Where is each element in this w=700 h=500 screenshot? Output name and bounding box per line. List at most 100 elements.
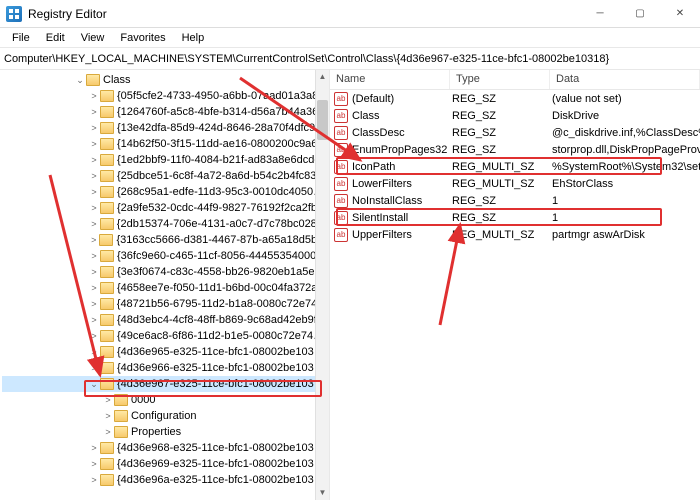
value-row[interactable]: abSilentInstallREG_SZ1 xyxy=(330,209,700,226)
folder-icon xyxy=(100,186,114,198)
tree-scrollbar[interactable]: ▲ ▼ xyxy=(315,70,329,500)
value-row[interactable]: abNoInstallClassREG_SZ1 xyxy=(330,192,700,209)
tree-item[interactable]: >0000 xyxy=(2,392,329,408)
expander-icon[interactable]: > xyxy=(88,203,100,213)
tree-item[interactable]: >{48721b56-6795-11d2-b1a8-0080c72e74a2} xyxy=(2,296,329,312)
value-row[interactable]: abLowerFiltersREG_MULTI_SZEhStorClass xyxy=(330,175,700,192)
tree-item[interactable]: ⌄ Class xyxy=(2,72,329,88)
tree-label: Class xyxy=(103,74,131,86)
expander-icon[interactable]: > xyxy=(88,187,100,197)
tree-label: {4d36e967-e325-11ce-bfc1-08002be10318} xyxy=(117,378,329,390)
value-type: REG_MULTI_SZ xyxy=(452,178,552,190)
scroll-up-icon[interactable]: ▲ xyxy=(316,70,329,84)
expander-icon[interactable]: > xyxy=(88,475,100,485)
expander-icon[interactable]: > xyxy=(88,235,99,245)
minimize-button[interactable]: ─ xyxy=(580,0,620,27)
expander-icon[interactable]: > xyxy=(88,331,100,341)
value-list[interactable]: Name Type Data ab(Default)REG_SZ(value n… xyxy=(330,70,700,500)
tree-item[interactable]: >{4d36e966-e325-11ce-bfc1-08002be10318} xyxy=(2,360,329,376)
folder-icon xyxy=(100,330,114,342)
menu-help[interactable]: Help xyxy=(174,30,213,46)
menu-edit[interactable]: Edit xyxy=(38,30,73,46)
expander-icon[interactable]: > xyxy=(88,171,100,181)
tree-item[interactable]: >{49ce6ac8-6f86-11d2-b1e5-0080c72e74a2} xyxy=(2,328,329,344)
expander-icon[interactable]: ⌄ xyxy=(88,379,100,390)
tree-item[interactable]: >{3e3f0674-c83c-4558-bb26-9820eb1a5ec5} xyxy=(2,264,329,280)
expander-icon[interactable]: > xyxy=(88,283,100,293)
tree-label: {1264760f-a5c8-4bfe-b314-d56a7b44a362} xyxy=(117,106,328,118)
tree-item[interactable]: >{4d36e968-e325-11ce-bfc1-08002be10318} xyxy=(2,440,329,456)
value-row[interactable]: ab(Default)REG_SZ(value not set) xyxy=(330,90,700,107)
address-bar[interactable]: Computer\HKEY_LOCAL_MACHINE\SYSTEM\Curre… xyxy=(0,48,700,70)
expander-icon[interactable]: > xyxy=(88,123,100,133)
tree-item[interactable]: >{3163cc5666-d381-4467-87b-a65a18d5b649} xyxy=(2,232,329,248)
tree-item[interactable]: >{4d36e96a-e325-11ce-bfc1-08002be10318} xyxy=(2,472,329,488)
tree-panel[interactable]: ⌄ Class >{05f5cfe2-4733-4950-a6bb-07aad01a… xyxy=(0,70,330,500)
close-button[interactable]: ✕ xyxy=(660,0,700,27)
expander-icon[interactable]: > xyxy=(88,267,100,277)
folder-icon xyxy=(100,442,114,454)
tree-label: {1ed2bbf9-11f0-4084-b21f-ad83a8e6dcdc} xyxy=(117,154,324,166)
expander-icon[interactable]: > xyxy=(102,411,114,421)
tree-item[interactable]: ⌄ {4d36e967-e325-11ce-bfc1-08002be10318} xyxy=(2,376,329,392)
col-type[interactable]: Type xyxy=(450,70,550,89)
expander-icon[interactable]: > xyxy=(88,347,100,357)
tree-item[interactable]: > {1ed2bbf9-11f0-4084-b21f-ad83a8e6dcdc} xyxy=(2,152,329,168)
expander-icon[interactable]: > xyxy=(88,139,100,149)
value-name: IconPath xyxy=(352,161,452,173)
expander-icon[interactable]: > xyxy=(88,251,100,261)
tree-label: {13e42dfa-85d9-424d-8646-28a70f4dfc9d} xyxy=(117,122,325,134)
value-row[interactable]: abUpperFiltersREG_MULTI_SZpartmgr aswArD… xyxy=(330,226,700,243)
tree-item[interactable]: > {4658ee7e-f050-11d1-b6bd-00c04fa372a7} xyxy=(2,280,329,296)
tree-item[interactable]: >{4d36e965-e325-11ce-bfc1-08002be10318} xyxy=(2,344,329,360)
expander-icon[interactable]: > xyxy=(88,155,100,165)
tree-item[interactable]: >{268c95a1-edfe-11d3-95c3-0010dc4050a5} xyxy=(2,184,329,200)
col-data[interactable]: Data xyxy=(550,70,700,89)
value-row[interactable]: abIconPathREG_MULTI_SZ%SystemRoot%\Syste… xyxy=(330,158,700,175)
value-row[interactable]: abEnumPropPages32REG_SZstorprop.dll,Disk… xyxy=(330,141,700,158)
string-value-icon: ab xyxy=(334,211,348,225)
tree-item[interactable]: >{2db15374-706e-4131-a0c7-d7c78bc0289a} xyxy=(2,216,329,232)
value-type: REG_SZ xyxy=(452,144,552,156)
expander-icon[interactable]: > xyxy=(102,395,114,405)
tree-item[interactable]: >{48d3ebc4-4cf8-48ff-b869-9c68ad42eb9f} xyxy=(2,312,329,328)
tree-item[interactable]: >Properties xyxy=(2,424,329,440)
tree-item[interactable]: >{25dbce51-6c8f-4a72-8a6d-b54c2b4fc835} xyxy=(2,168,329,184)
folder-icon xyxy=(100,138,114,150)
tree-item[interactable]: >{2a9fe532-0cdc-44f9-9827-76192f2ca2fb} xyxy=(2,200,329,216)
tree-item[interactable]: >{05f5cfe2-4733-4950-a6bb-07aad01a3a84} xyxy=(2,88,329,104)
expander-icon[interactable]: > xyxy=(88,315,100,325)
value-type: REG_SZ xyxy=(452,93,552,105)
expander-icon[interactable]: ⌄ xyxy=(74,75,86,86)
value-row[interactable]: abClassREG_SZDiskDrive xyxy=(330,107,700,124)
value-name: ClassDesc xyxy=(352,127,452,139)
menu-file[interactable]: File xyxy=(4,30,38,46)
folder-icon xyxy=(100,202,114,214)
scroll-down-icon[interactable]: ▼ xyxy=(316,486,329,500)
expander-icon[interactable]: > xyxy=(88,107,100,117)
expander-icon[interactable]: > xyxy=(88,299,100,309)
tree-item[interactable]: >Configuration xyxy=(2,408,329,424)
scroll-thumb[interactable] xyxy=(317,100,328,140)
tree-item[interactable]: >{4d36e969-e325-11ce-bfc1-08002be10318} xyxy=(2,456,329,472)
col-name[interactable]: Name xyxy=(330,70,450,89)
value-data: EhStorClass xyxy=(552,178,700,190)
maximize-button[interactable]: ▢ xyxy=(620,0,660,27)
expander-icon[interactable]: > xyxy=(88,443,100,453)
value-row[interactable]: abClassDescREG_SZ@c_diskdrive.inf,%Class… xyxy=(330,124,700,141)
expander-icon[interactable]: > xyxy=(88,459,100,469)
tree-item[interactable]: >{14b62f50-3f15-11dd-ae16-0800200c9a66} xyxy=(2,136,329,152)
value-name: (Default) xyxy=(352,93,452,105)
expander-icon[interactable]: > xyxy=(102,427,114,437)
expander-icon[interactable]: > xyxy=(88,363,100,373)
expander-icon[interactable]: > xyxy=(88,91,100,101)
tree-item[interactable]: > {13e42dfa-85d9-424d-8646-28a70f4dfc9d} xyxy=(2,120,329,136)
tree-item[interactable]: >{36fc9e60-c465-11cf-8056-444553540000} xyxy=(2,248,329,264)
menu-view[interactable]: View xyxy=(73,30,113,46)
menu-favorites[interactable]: Favorites xyxy=(112,30,173,46)
folder-icon xyxy=(100,106,114,118)
expander-icon[interactable]: > xyxy=(88,219,100,229)
tree-item[interactable]: > {1264760f-a5c8-4bfe-b314-d56a7b44a362} xyxy=(2,104,329,120)
tree-label: {4658ee7e-f050-11d1-b6bd-00c04fa372a7} xyxy=(117,282,327,294)
folder-icon xyxy=(100,474,114,486)
